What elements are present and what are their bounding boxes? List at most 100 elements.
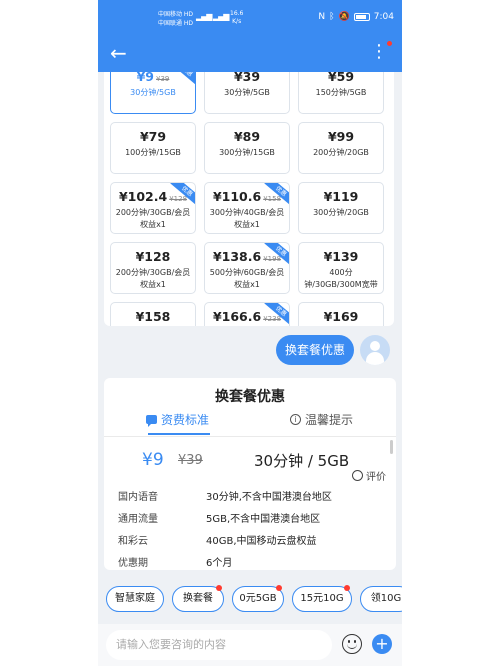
plan-option[interactable]: ¥9¥3930分钟/5GB优惠 [110, 72, 196, 114]
chip-label: 换套餐 [183, 593, 213, 604]
plan-old-price: ¥158 [263, 195, 282, 203]
plan-option[interactable]: ¥79 100分钟/15GB [110, 122, 196, 174]
more-menu-icon[interactable]: ⋮ [370, 42, 388, 62]
chip-label: 智慧家庭 [115, 593, 155, 604]
plan-price: ¥59 [299, 72, 383, 84]
plan-price: ¥39 [205, 72, 289, 84]
plan-price-value: ¥39 [233, 72, 261, 84]
plan-price: ¥158 [111, 309, 195, 324]
rate-button[interactable]: 评价 [352, 468, 386, 483]
detail-value: 6个月 [206, 558, 233, 569]
phone-screen: 中国移动 HD 中国联通 HD ▂▄▆ ▂▄▆ 16.6 K/s N ᛒ 🔕 7… [98, 0, 402, 666]
clock: 7:04 [373, 12, 394, 22]
plan-price-value: ¥59 [327, 72, 355, 84]
info-icon: i [290, 414, 301, 425]
plan-old-price: ¥128 [169, 195, 188, 203]
chip-change-plan[interactable]: 换套餐 [172, 585, 224, 612]
plan-option[interactable]: ¥89 300分钟/15GB [204, 122, 290, 174]
plan-description: 30分钟/5GB [130, 88, 176, 97]
signal-icon: ▂▄▆ ▂▄▆ [196, 12, 229, 21]
plan-price-value: ¥9 [136, 72, 155, 84]
chip-claim-10g[interactable]: 领10G [360, 586, 402, 612]
user-avatar [360, 335, 390, 365]
offer-title: 换套餐优惠 [215, 389, 285, 405]
speed-value: 16.6 [230, 10, 244, 17]
plan-selector-card: ¥9¥3930分钟/5GB优惠 ¥39 30分钟/5GB ¥59 150分钟/5GB ¥7… [104, 72, 394, 326]
offer-card: 换套餐优惠 资费标准 i 温馨提示 ¥9 ¥39 30分钟 / 5GB 评价 国… [104, 378, 396, 570]
tab-tips-label: 温馨提示 [305, 413, 354, 427]
plan-option[interactable]: ¥99 200分钟/20GB [298, 122, 384, 174]
plan-price: ¥119 [299, 189, 383, 204]
plan-option[interactable]: ¥110.6 ¥158 300分钟/40GB/会员权益x1 优惠 [204, 182, 290, 234]
plan-description: 200分钟/30GB/会员权益x1 [115, 208, 191, 229]
carrier-info: 中国移动 HD 中国联通 HD [158, 10, 193, 28]
tab-rate-standard[interactable]: 资费标准 [146, 411, 209, 428]
plan-option[interactable]: ¥139 400分钟/30GB/300M宽带 [298, 242, 384, 294]
plan-option[interactable]: ¥59 150分钟/5GB [298, 72, 384, 114]
tab-tips[interactable]: i 温馨提示 [290, 411, 353, 428]
plan-price-value: ¥110.6 [212, 189, 262, 204]
plus-icon[interactable]: + [372, 634, 392, 654]
plan-price-value: ¥158 [135, 309, 171, 324]
app-bar: ← ⋮ [98, 36, 402, 72]
detail-row: 通用流量 5GB,不含中国港澳台地区 [118, 510, 320, 525]
carrier-1: 中国移动 HD [158, 11, 194, 18]
detail-value: 40GB,中国移动云盘权益 [206, 536, 317, 547]
avatar-body-icon [366, 352, 384, 365]
badge-dot [276, 585, 282, 591]
plan-description: 150分钟/5GB [315, 88, 367, 97]
tabs-divider [104, 436, 396, 437]
plan-description: 200分钟/30GB/会员权益x1 [115, 268, 191, 289]
plan-price: ¥139 [299, 249, 383, 264]
plan-description: 100分钟/15GB [125, 148, 181, 157]
plan-option[interactable]: ¥166.6 ¥238 优惠 [204, 302, 290, 326]
message-input[interactable]: 请输入您要咨询的内容 [106, 630, 332, 660]
plan-option[interactable]: ¥119 300分钟/20GB [298, 182, 384, 234]
plan-description: 500分钟/60GB/会员权益x1 [209, 268, 285, 289]
back-arrow-icon[interactable]: ← [110, 42, 127, 64]
plan-price: ¥169 [299, 309, 383, 324]
plan-option[interactable]: ¥169 [298, 302, 384, 326]
battery-icon [353, 13, 370, 21]
badge-dot [216, 585, 222, 591]
plan-old-price: ¥238 [263, 315, 282, 323]
plan-description: 400分钟/30GB/300M宽带 [304, 268, 378, 289]
chip-free-5gb[interactable]: 0元5GB [232, 585, 284, 612]
plan-price-value: ¥128 [135, 249, 171, 264]
quick-reply-chips: 智慧家庭 换套餐 0元5GB 15元10G 领10G [98, 585, 402, 614]
plan-option[interactable]: ¥128 200分钟/30GB/会员权益x1 [110, 242, 196, 294]
plan-price: ¥99 [299, 129, 383, 144]
offer-price: ¥9 [142, 450, 164, 470]
smile-icon [352, 470, 363, 481]
emoji-eye [354, 640, 356, 643]
detail-row: 优惠期 6个月 [118, 554, 232, 569]
plan-price: ¥79 [111, 129, 195, 144]
status-icons: N ᛒ 🔕 7:04 [318, 12, 394, 22]
emoji-icon[interactable] [342, 634, 362, 654]
emoji-eye [348, 640, 350, 643]
plan-price-value: ¥119 [323, 189, 359, 204]
plan-option[interactable]: ¥102.4 ¥128 200分钟/30GB/会员权益x1 优惠 [110, 182, 196, 234]
plan-description: 30分钟/5GB [224, 88, 270, 97]
plan-price-value: ¥89 [233, 129, 261, 144]
emoji-mouth [347, 644, 357, 649]
chip-smart-home[interactable]: 智慧家庭 [106, 586, 164, 612]
offer-plan-summary: 30分钟 / 5GB [254, 452, 350, 470]
plan-description: 300分钟/20GB [313, 208, 369, 217]
plan-description: 200分钟/20GB [313, 148, 369, 157]
plan-price: ¥128 [111, 249, 195, 264]
scrollbar[interactable] [390, 440, 393, 454]
detail-row: 国内语音 30分钟,不含中国港澳台地区 [118, 488, 332, 503]
plan-option[interactable]: ¥138.6 ¥198 500分钟/60GB/会员权益x1 优惠 [204, 242, 290, 294]
plan-option[interactable]: ¥158 [110, 302, 196, 326]
rate-label: 评价 [366, 472, 386, 483]
detail-value: 5GB,不含中国港澳台地区 [206, 514, 321, 525]
chip-15-10g[interactable]: 15元10G [292, 585, 352, 612]
detail-label: 国内语音 [118, 492, 158, 503]
detail-label: 优惠期 [118, 558, 148, 569]
detail-label: 通用流量 [118, 514, 158, 525]
plan-option[interactable]: ¥39 30分钟/5GB [204, 72, 290, 114]
plan-price-value: ¥138.6 [212, 249, 262, 264]
nfc-icon: N [318, 12, 326, 22]
plan-price-value: ¥102.4 [118, 189, 168, 204]
